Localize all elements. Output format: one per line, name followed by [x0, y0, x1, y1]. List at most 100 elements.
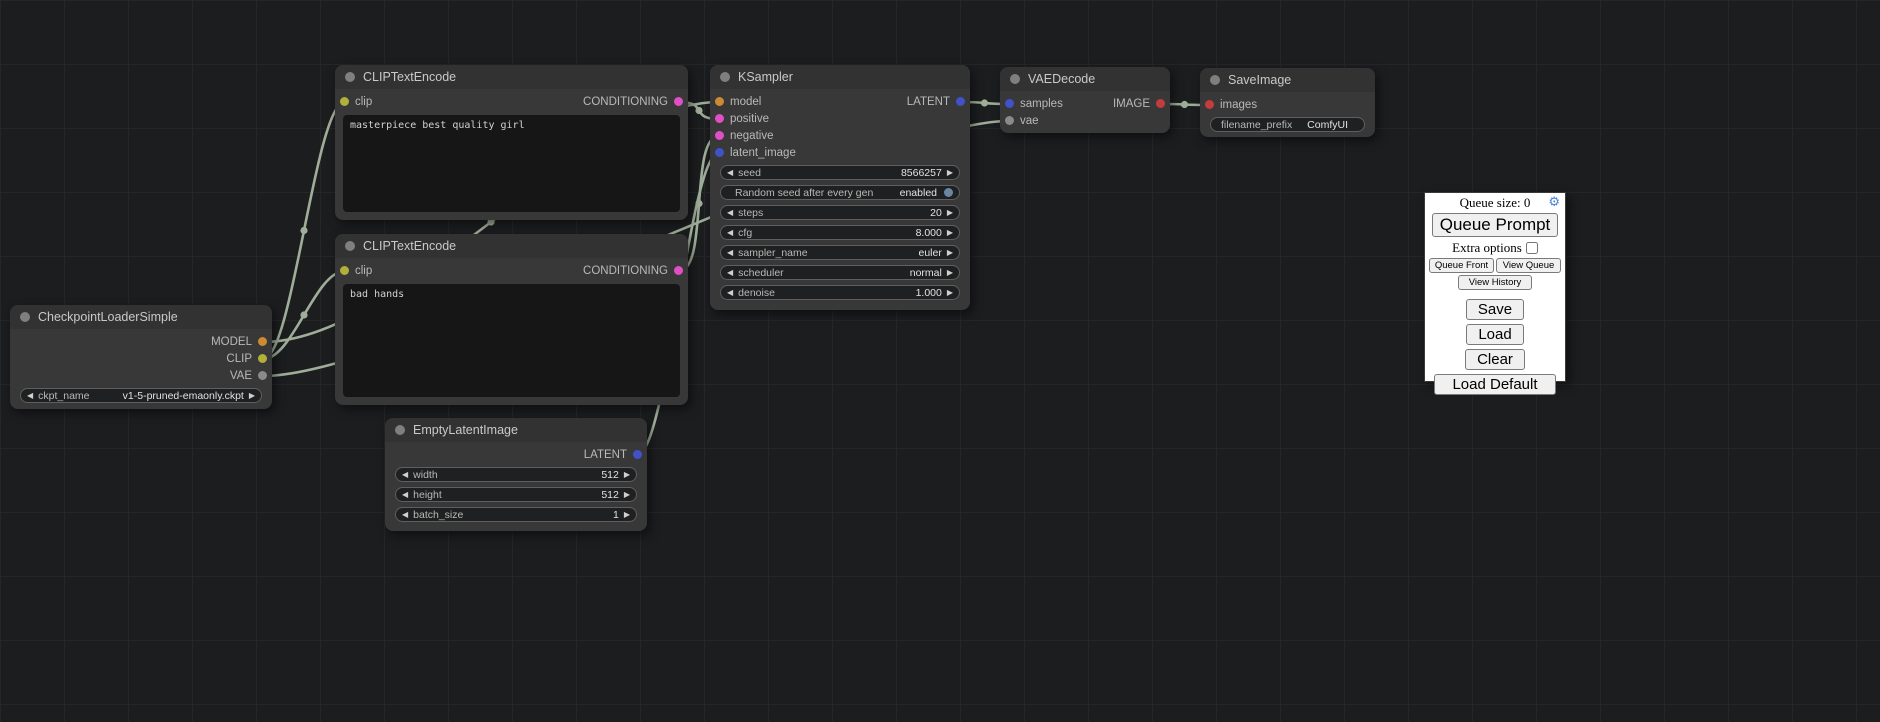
clear-button[interactable]: Clear: [1465, 349, 1525, 370]
conditioning-slot-dot[interactable]: [674, 97, 683, 106]
node-collapse-dot-icon[interactable]: [1210, 75, 1220, 85]
height-widget[interactable]: ◀ height 512 ▶: [395, 487, 637, 502]
increment-arrow-icon[interactable]: ▶: [249, 392, 255, 400]
latent-slot-dot[interactable]: [956, 97, 965, 106]
scheduler-widget[interactable]: ◀ scheduler normal ▶: [720, 265, 960, 280]
decrement-arrow-icon[interactable]: ◀: [727, 289, 733, 297]
decrement-arrow-icon[interactable]: ◀: [402, 471, 408, 479]
model-slot-dot[interactable]: [258, 337, 267, 346]
node-collapse-dot-icon[interactable]: [345, 72, 355, 82]
output-slot-latent[interactable]: LATENT: [584, 449, 642, 461]
decrement-arrow-icon[interactable]: ◀: [727, 249, 733, 257]
sampler-name-widget[interactable]: ◀ sampler_name euler ▶: [720, 245, 960, 260]
node-collapse-dot-icon[interactable]: [20, 312, 30, 322]
node-title-bar[interactable]: CLIPTextEncode: [335, 65, 688, 89]
input-slot-clip[interactable]: clip: [335, 265, 372, 277]
conditioning-slot-dot[interactable]: [715, 131, 724, 140]
node-title-bar[interactable]: SaveImage: [1200, 68, 1375, 92]
decrement-arrow-icon[interactable]: ◀: [402, 491, 408, 499]
node-vae-decode[interactable]: VAEDecode samples IMAGE vae: [1000, 67, 1170, 133]
output-slot-clip[interactable]: CLIP: [226, 353, 267, 365]
filename-prefix-widget[interactable]: filename_prefix ComfyUI: [1210, 117, 1365, 132]
conditioning-slot-dot[interactable]: [674, 266, 683, 275]
width-widget[interactable]: ◀ width 512 ▶: [395, 467, 637, 482]
positive-prompt-textarea[interactable]: masterpiece best quality girl: [343, 115, 680, 212]
decrement-arrow-icon[interactable]: ◀: [402, 511, 408, 519]
settings-gear-icon[interactable]: ⚙: [1548, 196, 1560, 209]
node-empty-latent-image[interactable]: EmptyLatentImage LATENT ◀ width 512 ▶ ◀ …: [385, 418, 647, 531]
output-slot-vae[interactable]: VAE: [230, 370, 267, 382]
batch-size-widget[interactable]: ◀ batch_size 1 ▶: [395, 507, 637, 522]
queue-prompt-button[interactable]: Queue Prompt: [1432, 213, 1558, 237]
increment-arrow-icon[interactable]: ▶: [624, 511, 630, 519]
view-history-button[interactable]: View History: [1458, 275, 1533, 290]
node-collapse-dot-icon[interactable]: [395, 425, 405, 435]
output-slot-conditioning[interactable]: CONDITIONING: [583, 265, 683, 277]
vae-slot-dot[interactable]: [258, 371, 267, 380]
decrement-arrow-icon[interactable]: ◀: [727, 169, 733, 177]
toggle-indicator-icon[interactable]: [944, 188, 953, 197]
load-button[interactable]: Load: [1466, 324, 1523, 345]
input-slot-positive[interactable]: positive: [710, 113, 769, 125]
increment-arrow-icon[interactable]: ▶: [947, 229, 953, 237]
latent-slot-dot[interactable]: [715, 148, 724, 157]
clip-slot-dot[interactable]: [340, 97, 349, 106]
output-slot-image[interactable]: IMAGE: [1113, 98, 1165, 110]
node-title-bar[interactable]: CheckpointLoaderSimple: [10, 305, 272, 329]
clip-slot-dot[interactable]: [340, 266, 349, 275]
input-slot-latent-image[interactable]: latent_image: [710, 147, 796, 159]
increment-arrow-icon[interactable]: ▶: [947, 269, 953, 277]
latent-slot-dot[interactable]: [1005, 99, 1014, 108]
view-queue-button[interactable]: View Queue: [1496, 258, 1561, 273]
output-slot-model[interactable]: MODEL: [211, 336, 267, 348]
extra-options-checkbox[interactable]: [1526, 242, 1538, 254]
decrement-arrow-icon[interactable]: ◀: [727, 269, 733, 277]
save-button[interactable]: Save: [1466, 299, 1524, 320]
increment-arrow-icon[interactable]: ▶: [947, 209, 953, 217]
cfg-widget[interactable]: ◀ cfg 8.000 ▶: [720, 225, 960, 240]
node-ksampler[interactable]: KSampler model LATENT positive negative: [710, 65, 970, 310]
input-slot-negative[interactable]: negative: [710, 130, 773, 142]
node-title-bar[interactable]: KSampler: [710, 65, 970, 89]
node-collapse-dot-icon[interactable]: [1010, 74, 1020, 84]
denoise-widget[interactable]: ◀ denoise 1.000 ▶: [720, 285, 960, 300]
node-collapse-dot-icon[interactable]: [345, 241, 355, 251]
conditioning-slot-dot[interactable]: [715, 114, 724, 123]
node-save-image[interactable]: SaveImage images filename_prefix ComfyUI: [1200, 68, 1375, 137]
load-default-button[interactable]: Load Default: [1434, 374, 1556, 395]
ckpt-name-widget[interactable]: ◀ ckpt_name v1-5-pruned-emaonly.ckpt ▶: [20, 388, 262, 403]
seed-widget[interactable]: ◀ seed 8566257 ▶: [720, 165, 960, 180]
input-slot-clip[interactable]: clip: [335, 96, 372, 108]
input-slot-images[interactable]: images: [1200, 99, 1257, 111]
increment-arrow-icon[interactable]: ▶: [947, 249, 953, 257]
latent-slot-dot[interactable]: [633, 450, 642, 459]
increment-arrow-icon[interactable]: ▶: [947, 289, 953, 297]
random-seed-toggle-widget[interactable]: Random seed after every gen enabled: [720, 185, 960, 200]
increment-arrow-icon[interactable]: ▶: [624, 471, 630, 479]
increment-arrow-icon[interactable]: ▶: [947, 169, 953, 177]
steps-widget[interactable]: ◀ steps 20 ▶: [720, 205, 960, 220]
input-slot-model[interactable]: model: [710, 96, 761, 108]
node-clip-text-encode-negative[interactable]: CLIPTextEncode clip CONDITIONING bad han…: [335, 234, 688, 405]
node-title-bar[interactable]: VAEDecode: [1000, 67, 1170, 91]
image-slot-dot[interactable]: [1156, 99, 1165, 108]
queue-front-button[interactable]: Queue Front: [1429, 258, 1494, 273]
increment-arrow-icon[interactable]: ▶: [624, 491, 630, 499]
negative-prompt-textarea[interactable]: bad hands: [343, 284, 680, 397]
decrement-arrow-icon[interactable]: ◀: [27, 392, 33, 400]
clip-slot-dot[interactable]: [258, 354, 267, 363]
node-title-bar[interactable]: EmptyLatentImage: [385, 418, 647, 442]
vae-slot-dot[interactable]: [1005, 116, 1014, 125]
model-slot-dot[interactable]: [715, 97, 724, 106]
input-slot-samples[interactable]: samples: [1000, 98, 1063, 110]
node-checkpoint-loader-simple[interactable]: CheckpointLoaderSimple MODEL CLIP VAE ◀ …: [10, 305, 272, 409]
decrement-arrow-icon[interactable]: ◀: [727, 229, 733, 237]
input-slot-vae[interactable]: vae: [1000, 115, 1039, 127]
node-title-bar[interactable]: CLIPTextEncode: [335, 234, 688, 258]
image-slot-dot[interactable]: [1205, 100, 1214, 109]
output-slot-conditioning[interactable]: CONDITIONING: [583, 96, 683, 108]
comfyui-canvas[interactable]: { "canvas": { "width": 1880, "height": 7…: [0, 0, 1880, 722]
node-clip-text-encode-positive[interactable]: CLIPTextEncode clip CONDITIONING masterp…: [335, 65, 688, 220]
decrement-arrow-icon[interactable]: ◀: [727, 209, 733, 217]
output-slot-latent[interactable]: LATENT: [907, 96, 965, 108]
